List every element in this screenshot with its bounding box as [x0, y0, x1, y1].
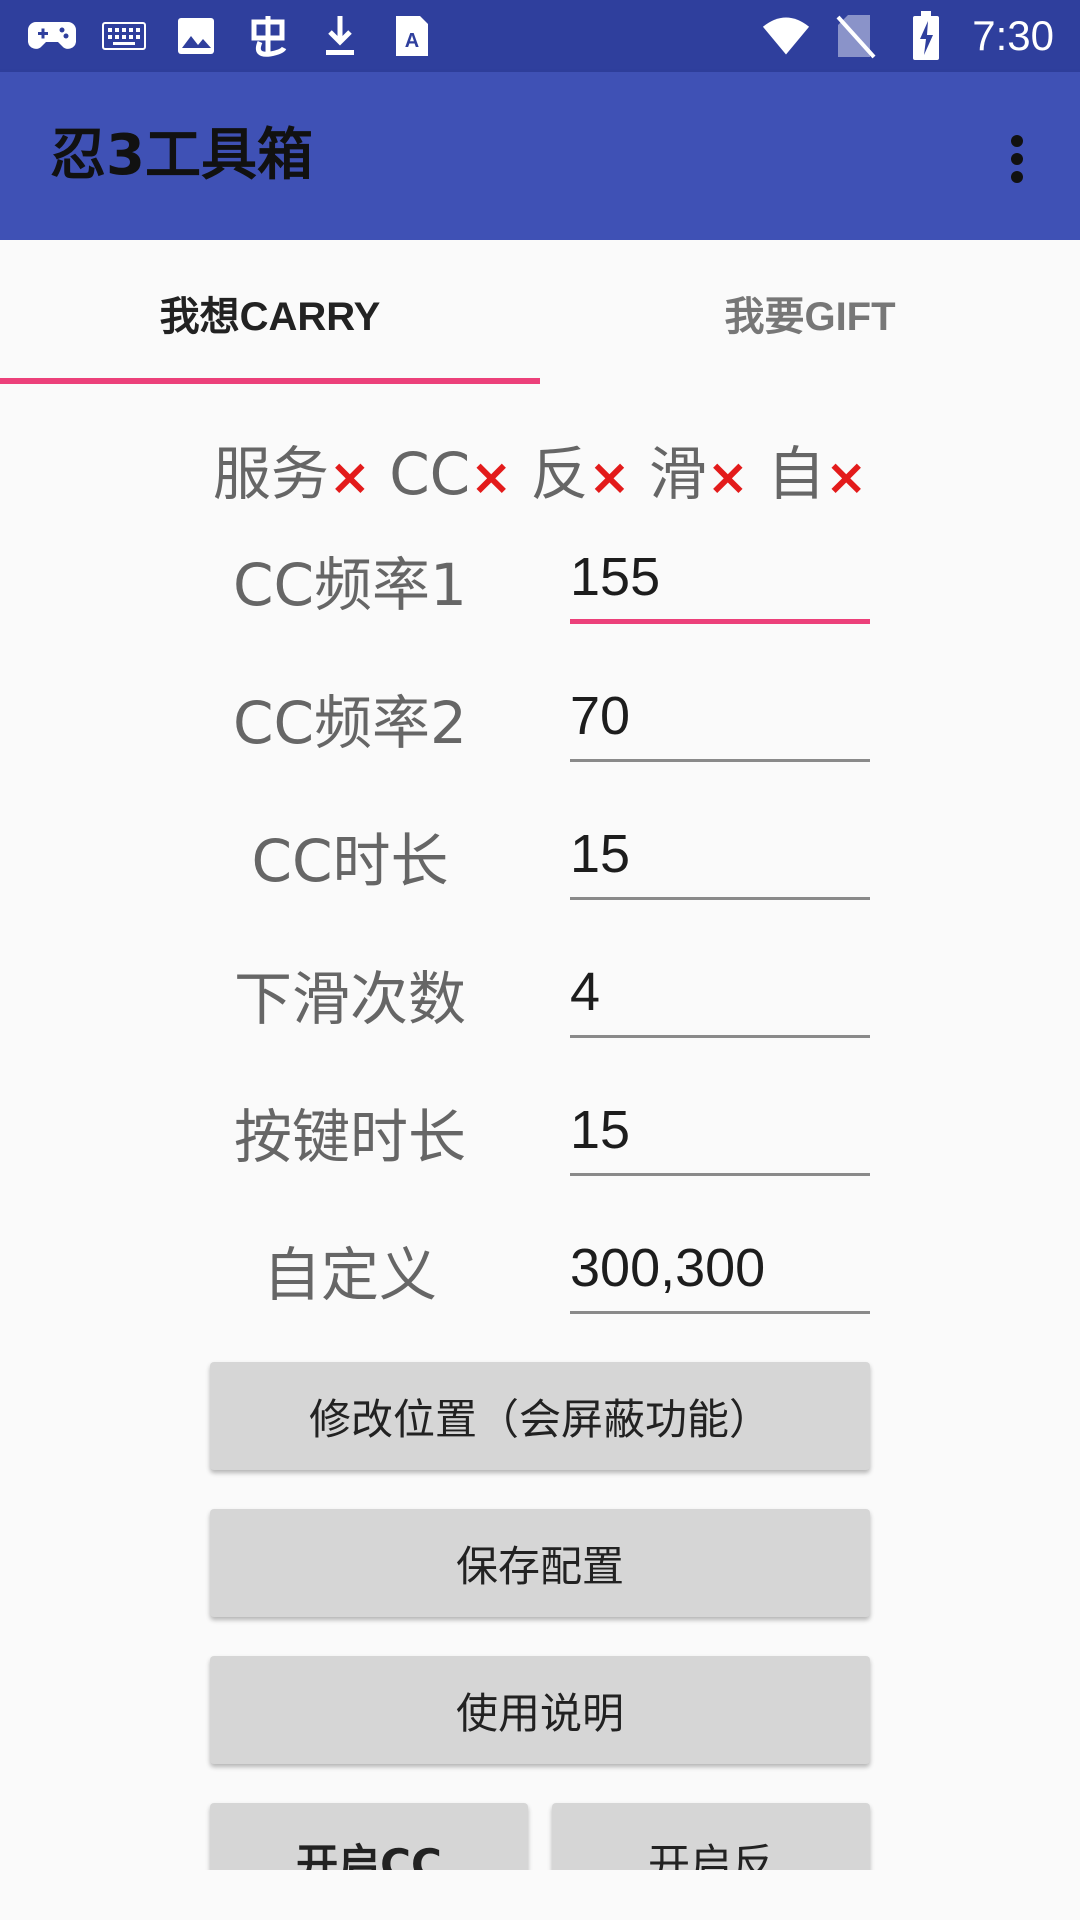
key-duration-label: 按键时长 [233, 1103, 466, 1171]
status-service-mark: × [328, 448, 371, 506]
overflow-menu-icon[interactable] [982, 124, 1052, 194]
app-title: 忍3工具箱 [50, 123, 313, 188]
form-row-cc-freq2: CC频率2 [0, 668, 1080, 778]
custom-label: 自定义 [262, 1241, 437, 1309]
start-cc-button[interactable]: 开启CC [210, 1803, 528, 1870]
key-duration-input[interactable] [570, 1086, 870, 1176]
service-status-line: 服务× CC× 反× 滑× 自× [0, 432, 1080, 519]
form-row-cc-freq1: CC频率1 [0, 530, 1080, 640]
status-cc-mark: × [470, 448, 513, 506]
custom-input[interactable] [570, 1224, 870, 1314]
cc-freq1-label: CC频率1 [233, 551, 467, 619]
tab-carry[interactable]: 我想CARRY [0, 240, 540, 386]
gamepad-icon [28, 12, 76, 60]
clock: 7:30 [972, 12, 1054, 59]
start-fan-button[interactable]: 开启反 [552, 1803, 870, 1870]
form-row-swipe-count: 下滑次数 [0, 944, 1080, 1054]
modify-position-button[interactable]: 修改位置（会屏蔽功能） [210, 1362, 870, 1470]
status-cc-label: CC [389, 440, 471, 508]
status-zi-label: 自 [767, 440, 826, 508]
tab-indicator [0, 378, 540, 384]
status-hua-label: 滑 [648, 440, 707, 508]
tab-carry-label: 我想CARRY [159, 295, 381, 339]
status-bar: A 7:30 [0, 0, 1080, 72]
form-row-custom: 自定义 [0, 1220, 1080, 1330]
image-icon [172, 12, 220, 60]
wifi-icon [762, 12, 810, 60]
swipe-count-input[interactable] [570, 948, 870, 1038]
download-icon [316, 12, 364, 60]
tab-gift-label: 我要GIFT [724, 295, 896, 339]
keyboard-icon [100, 12, 148, 60]
status-fan-mark: × [588, 448, 631, 506]
app-bar: 忍3工具箱 [0, 72, 1080, 240]
tab-gift[interactable]: 我要GIFT [540, 240, 1080, 386]
status-fan-label: 反 [530, 440, 589, 508]
app-icon [244, 12, 292, 60]
status-zi-mark: × [825, 448, 868, 506]
no-sim-icon [832, 12, 880, 60]
cc-duration-input[interactable] [570, 810, 870, 900]
cc-freq2-label: CC频率2 [233, 689, 467, 757]
form-row-cc-duration: CC时长 [0, 806, 1080, 916]
cc-freq1-input[interactable] [570, 534, 870, 624]
screen: A 7:30 忍3工具箱 我想CARRY 我要GIFT 服务× CC× 反× 滑… [0, 0, 1080, 1870]
save-config-button[interactable]: 保存配置 [210, 1509, 870, 1617]
battery-charging-icon [902, 11, 950, 60]
svg-text:A: A [405, 30, 419, 52]
swipe-count-label: 下滑次数 [233, 965, 466, 1033]
tab-bar: 我想CARRY 我要GIFT [0, 240, 1080, 386]
instructions-button[interactable]: 使用说明 [210, 1656, 870, 1764]
text-icon: A [388, 12, 436, 60]
form-row-key-duration: 按键时长 [0, 1082, 1080, 1192]
status-service-label: 服务 [212, 440, 329, 508]
cc-duration-label: CC时长 [251, 827, 449, 895]
status-hua-mark: × [706, 448, 749, 506]
cc-freq2-input[interactable] [570, 672, 870, 762]
